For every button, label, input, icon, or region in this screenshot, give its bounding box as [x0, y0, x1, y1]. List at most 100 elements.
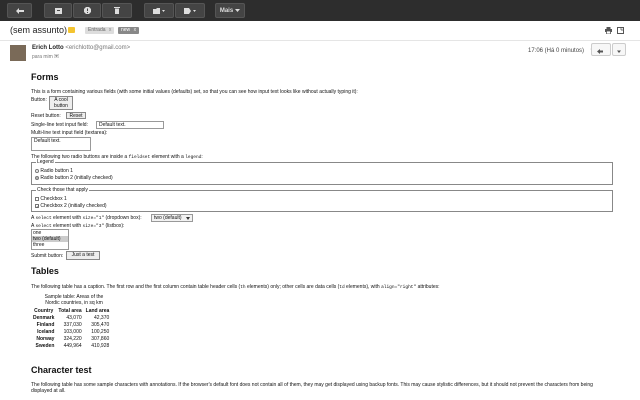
checkbox-input[interactable] [35, 196, 39, 201]
chip-remove-icon[interactable]: x [134, 27, 137, 33]
more-label: Mais [219, 7, 234, 14]
dropdown-value: two (default) [154, 215, 182, 221]
radio-option-1[interactable]: Radio button 1 [35, 168, 73, 174]
table-cell: 305,470 [91, 322, 110, 328]
table-row: Iceland 103,000 100,250 [31, 329, 111, 336]
fieldset-legend: Check those that apply [36, 187, 89, 193]
reset-label: Reset button: [31, 113, 61, 119]
select2-text: (listbox): [105, 223, 125, 229]
labels-button[interactable] [175, 3, 205, 18]
chip-label: new [121, 27, 131, 33]
listbox-option[interactable]: three [32, 242, 68, 248]
tables-intro-code: td [339, 285, 345, 290]
chip-remove-icon[interactable]: x [109, 27, 112, 33]
table-cell: 43,070 [66, 315, 82, 321]
tables-intro: The following table has a caption. The f… [31, 284, 440, 291]
tables-intro-code: align="right" [381, 285, 417, 290]
radio-intro-text: element with a [151, 154, 184, 160]
header-divider [0, 40, 640, 41]
subject-row: (sem assunto) Entrada x new x [0, 22, 640, 40]
more-actions-button[interactable] [612, 43, 626, 56]
tables-intro-text: elements), with [346, 284, 380, 290]
table-cell: 42,370 [93, 315, 110, 321]
radio-intro: The following two radio buttons are insi… [31, 154, 203, 161]
tables-heading: Tables [31, 266, 59, 276]
listbox-select[interactable]: one two (default) three [31, 229, 69, 250]
sender-name[interactable]: Erich Lotto [32, 45, 64, 51]
chevron-down-icon [617, 50, 621, 53]
table-cell: 337,030 [63, 322, 82, 328]
sender-email: <erichlotto@gmail.com> [65, 45, 131, 51]
delete-button[interactable] [102, 3, 132, 18]
row-header: Denmark [33, 315, 55, 321]
table-cell: 449,964 [63, 343, 82, 349]
label-chip-new[interactable]: new x [118, 27, 140, 34]
report-spam-icon [83, 7, 91, 14]
checkbox-option-1[interactable]: Checkbox 1 [35, 196, 67, 202]
single-line-input[interactable]: Default text. [96, 121, 164, 129]
radio-input[interactable] [35, 168, 39, 173]
row-header: Iceland [37, 329, 55, 335]
row-header: Finland [36, 322, 55, 328]
important-marker-icon[interactable] [68, 27, 75, 33]
row-header: Sweden [35, 343, 55, 349]
single-line-label: Single-line text input field: [31, 122, 88, 128]
folder-icon [153, 7, 165, 14]
checkbox-label: Checkbox 2 (initially checked) [40, 203, 107, 209]
radio-option-2[interactable]: Radio button 2 (initially checked) [35, 175, 113, 181]
chevron-down-icon [235, 9, 241, 12]
submit-label: Submit button: [31, 253, 64, 259]
table-cell: 410,928 [91, 343, 110, 349]
trash-icon [114, 7, 120, 14]
submit-button[interactable]: Just a test [66, 251, 100, 260]
select1-code: size="1" [82, 216, 105, 221]
new-window-icon[interactable] [617, 27, 624, 34]
column-header: Country [34, 308, 54, 314]
recipient-line[interactable]: para mim [32, 53, 60, 60]
archive-button[interactable] [44, 3, 72, 18]
back-arrow-icon [15, 7, 24, 14]
radio-intro-code: legend [185, 155, 202, 160]
table-row: Sweden 449,964 410,928 [31, 343, 111, 350]
label-icon [184, 7, 196, 14]
row-header: Norway [36, 336, 55, 342]
column-header: Total area [58, 308, 82, 314]
radio-input[interactable] [35, 175, 39, 180]
reply-button[interactable] [591, 43, 611, 56]
column-header: Land area [85, 308, 110, 314]
table-caption: Sample table: Areas of the Nordic countr… [44, 294, 104, 306]
radio-label: Radio button 1 [40, 168, 73, 174]
dropdown-select[interactable]: two (default) [151, 214, 193, 222]
chevron-down-icon[interactable] [53, 53, 60, 59]
print-icon[interactable] [605, 27, 612, 34]
fieldset-legend: Legend [36, 159, 55, 165]
radio-fieldset: Legend Radio button 1 Radio button 2 (in… [31, 159, 613, 185]
checkbox-label: Checkbox 1 [40, 196, 67, 202]
reset-button[interactable]: Reset [66, 112, 86, 119]
select1-text: element with [53, 215, 82, 221]
chip-label: Entrada [88, 27, 106, 33]
tables-intro-code: th [240, 285, 246, 290]
table-cell: 103,000 [63, 329, 82, 335]
multi-line-textarea[interactable]: Default text. [31, 137, 91, 151]
move-to-button[interactable] [144, 3, 174, 18]
checkbox-option-2[interactable]: ✓ Checkbox 2 (initially checked) [35, 203, 107, 209]
chevron-down-icon [186, 217, 190, 220]
label-chip-inbox[interactable]: Entrada x [85, 27, 115, 34]
sender-line: Erich Lotto <erichlotto@gmail.com> [32, 45, 130, 51]
table-row: Finland 337,030 305,470 [31, 322, 111, 329]
forms-heading: Forms [31, 72, 59, 82]
back-button[interactable] [7, 3, 32, 18]
cool-button[interactable]: A cool button [49, 96, 73, 110]
sender-avatar[interactable] [10, 45, 26, 61]
table-row: Norway 324,220 307,860 [31, 336, 111, 343]
select1-text: (dropdown box): [105, 215, 142, 221]
tables-intro-text: The following table has a caption. The f… [31, 284, 241, 290]
select2-code: size="3" [82, 224, 105, 229]
archive-icon [54, 7, 62, 14]
checkbox-input[interactable]: ✓ [35, 203, 39, 208]
more-button[interactable]: Mais [215, 3, 245, 18]
report-spam-button[interactable] [73, 3, 101, 18]
table-row: Denmark 43,070 42,370 [31, 315, 111, 322]
time-text: 17:06 (Há 0 minutos) [528, 48, 585, 54]
